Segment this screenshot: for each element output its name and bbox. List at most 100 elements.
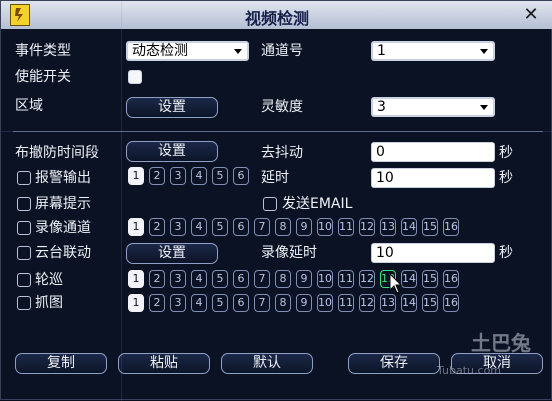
screen-tip-checkbox[interactable] bbox=[17, 197, 31, 211]
alarm-out-channel-4[interactable]: 4 bbox=[191, 167, 207, 185]
alarm-out-label: 报警输出 bbox=[35, 170, 91, 186]
snapshot-channel-8[interactable]: 8 bbox=[275, 294, 291, 312]
tour-channel-16[interactable]: 16 bbox=[443, 270, 459, 288]
alarm-out-checkbox[interactable] bbox=[17, 171, 31, 185]
record-channel-checkbox[interactable] bbox=[17, 221, 31, 235]
tour-channel-5[interactable]: 5 bbox=[212, 270, 228, 288]
ptz-link-label: 云台联动 bbox=[35, 245, 91, 261]
tour-channel-11[interactable]: 11 bbox=[338, 270, 354, 288]
snapshot-channel-14[interactable]: 14 bbox=[401, 294, 417, 312]
snapshot-channel-12[interactable]: 12 bbox=[359, 294, 375, 312]
record-channel-11[interactable]: 11 bbox=[338, 218, 354, 236]
region-label: 区域 bbox=[15, 98, 43, 114]
event-type-value: 动态检测 bbox=[132, 43, 188, 59]
ptz-setup-button[interactable]: 设置 bbox=[126, 243, 218, 264]
delay-unit: 秒 bbox=[499, 170, 513, 186]
tour-channel-14[interactable]: 14 bbox=[401, 270, 417, 288]
snapshot-label: 抓图 bbox=[35, 295, 63, 311]
window-title: 视频检测 bbox=[244, 9, 309, 28]
tour-channel-2[interactable]: 2 bbox=[149, 270, 165, 288]
screen-tip-label: 屏幕提示 bbox=[35, 196, 91, 212]
record-delay-unit: 秒 bbox=[499, 245, 513, 261]
sensitivity-label: 灵敏度 bbox=[261, 99, 303, 115]
record-channel-3[interactable]: 3 bbox=[170, 218, 186, 236]
tour-checkbox[interactable] bbox=[17, 273, 31, 287]
enable-checkbox[interactable] bbox=[128, 70, 142, 84]
debounce-input[interactable]: 0 bbox=[371, 142, 495, 162]
channel-select[interactable]: 1 bbox=[371, 41, 495, 61]
record-channel-15[interactable]: 15 bbox=[422, 218, 438, 236]
record-channel-6[interactable]: 6 bbox=[233, 218, 249, 236]
sensitivity-select[interactable]: 3 bbox=[371, 97, 495, 117]
region-setup-button[interactable]: 设置 bbox=[126, 97, 218, 118]
close-icon[interactable]: ✕ bbox=[521, 5, 541, 25]
record-channel-13[interactable]: 13 bbox=[380, 218, 396, 236]
watermark-url: Tubatu.com bbox=[437, 364, 502, 377]
copy-button[interactable]: 复制 bbox=[15, 353, 107, 374]
snapshot-channel-16[interactable]: 16 bbox=[443, 294, 459, 312]
snapshot-channel-11[interactable]: 11 bbox=[338, 294, 354, 312]
save-button[interactable]: 保存 bbox=[348, 353, 440, 374]
snapshot-channel-10[interactable]: 10 bbox=[317, 294, 333, 312]
tour-channel-1[interactable]: 1 bbox=[128, 270, 144, 288]
alarm-out-channel-3[interactable]: 3 bbox=[170, 167, 186, 185]
snapshot-channel-7[interactable]: 7 bbox=[254, 294, 270, 312]
record-channel-12[interactable]: 12 bbox=[359, 218, 375, 236]
snapshot-channel-15[interactable]: 15 bbox=[422, 294, 438, 312]
delay-input[interactable]: 10 bbox=[371, 168, 495, 188]
tour-channel-8[interactable]: 8 bbox=[275, 270, 291, 288]
send-email-checkbox[interactable] bbox=[263, 197, 277, 211]
title-bar: 视频检测 ✕ bbox=[1, 1, 552, 29]
record-channel-16[interactable]: 16 bbox=[443, 218, 459, 236]
record-channel-8[interactable]: 8 bbox=[275, 218, 291, 236]
alarm-out-channel-6[interactable]: 6 bbox=[233, 167, 249, 185]
snapshot-channel-4[interactable]: 4 bbox=[191, 294, 207, 312]
chevron-down-icon bbox=[477, 44, 491, 58]
video-detect-dialog: 视频检测 ✕ 事件类型 动态检测 通道号 1 使能开关 区域 设置 灵敏度 3 … bbox=[0, 0, 552, 401]
mouse-cursor-icon bbox=[389, 273, 403, 294]
snapshot-channel-6[interactable]: 6 bbox=[233, 294, 249, 312]
record-channel-7[interactable]: 7 bbox=[254, 218, 270, 236]
tour-channel-7[interactable]: 7 bbox=[254, 270, 270, 288]
snapshot-channel-9[interactable]: 9 bbox=[296, 294, 312, 312]
record-channel-14[interactable]: 14 bbox=[401, 218, 417, 236]
default-button[interactable]: 默认 bbox=[221, 353, 313, 374]
record-channel-4[interactable]: 4 bbox=[191, 218, 207, 236]
send-email-label: 发送EMAIL bbox=[282, 196, 353, 212]
tour-label: 轮巡 bbox=[35, 272, 63, 288]
arm-period-label: 布撤防时间段 bbox=[15, 145, 99, 161]
chevron-down-icon bbox=[231, 44, 245, 58]
chevron-down-icon bbox=[477, 100, 491, 114]
record-delay-input[interactable]: 10 bbox=[371, 243, 495, 263]
alarm-out-channel-5[interactable]: 5 bbox=[212, 167, 228, 185]
tour-channel-4[interactable]: 4 bbox=[191, 270, 207, 288]
tour-channel-15[interactable]: 15 bbox=[422, 270, 438, 288]
snapshot-channel-13[interactable]: 13 bbox=[380, 294, 396, 312]
snapshot-channel-1[interactable]: 1 bbox=[128, 294, 144, 312]
record-channel-9[interactable]: 9 bbox=[296, 218, 312, 236]
debounce-label: 去抖动 bbox=[261, 145, 303, 161]
enable-label: 使能开关 bbox=[15, 69, 71, 85]
record-channel-5[interactable]: 5 bbox=[212, 218, 228, 236]
channel-label: 通道号 bbox=[261, 43, 303, 59]
record-channel-2[interactable]: 2 bbox=[149, 218, 165, 236]
tour-channel-3[interactable]: 3 bbox=[170, 270, 186, 288]
tour-channel-10[interactable]: 10 bbox=[317, 270, 333, 288]
alarm-out-channel-2[interactable]: 2 bbox=[149, 167, 165, 185]
tour-channel-6[interactable]: 6 bbox=[233, 270, 249, 288]
snapshot-checkbox[interactable] bbox=[17, 296, 31, 310]
snapshot-channel-5[interactable]: 5 bbox=[212, 294, 228, 312]
snapshot-channel-3[interactable]: 3 bbox=[170, 294, 186, 312]
tour-channel-12[interactable]: 12 bbox=[359, 270, 375, 288]
record-channel-10[interactable]: 10 bbox=[317, 218, 333, 236]
alarm-out-channel-1[interactable]: 1 bbox=[128, 167, 144, 185]
ptz-link-checkbox[interactable] bbox=[17, 246, 31, 260]
record-channel-1[interactable]: 1 bbox=[128, 218, 144, 236]
event-type-select[interactable]: 动态检测 bbox=[126, 41, 249, 61]
guide-line bbox=[1, 131, 552, 132]
event-type-label: 事件类型 bbox=[15, 43, 71, 59]
arm-period-setup-button[interactable]: 设置 bbox=[126, 141, 218, 162]
snapshot-channel-2[interactable]: 2 bbox=[149, 294, 165, 312]
tour-channel-9[interactable]: 9 bbox=[296, 270, 312, 288]
paste-button[interactable]: 粘贴 bbox=[118, 353, 210, 374]
